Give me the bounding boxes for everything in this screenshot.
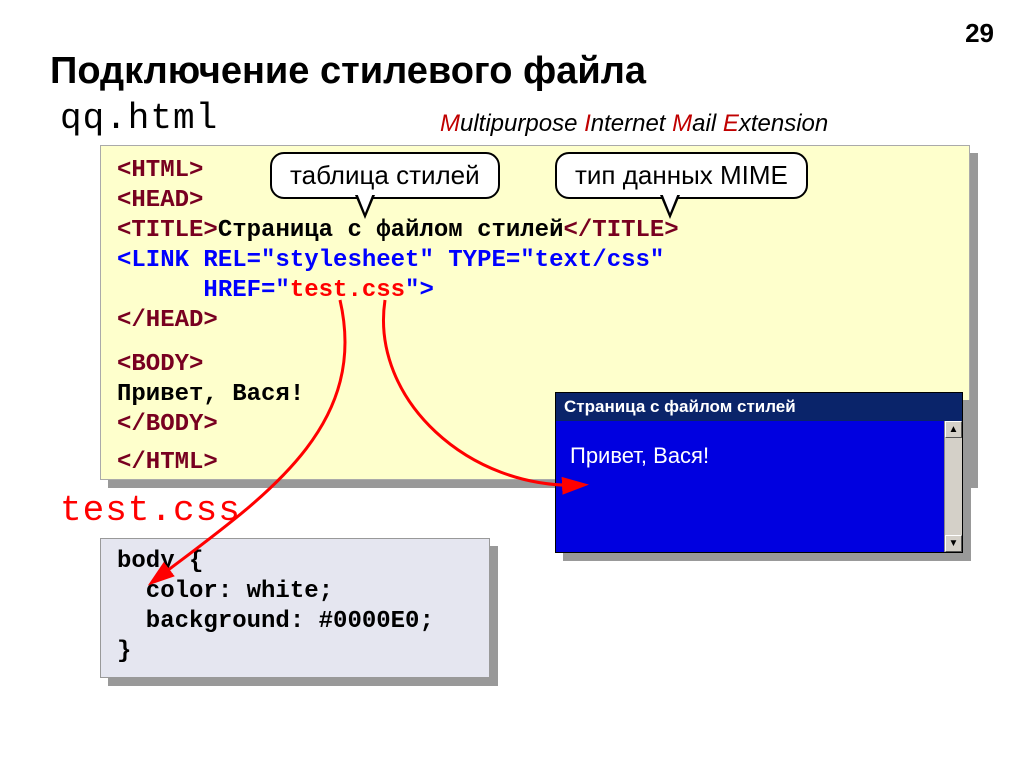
code-line: "text/css" — [520, 247, 664, 274]
code-line: body { — [117, 547, 473, 577]
callout-tail — [355, 195, 375, 219]
slide-title: Подключение стилевого файла — [50, 50, 646, 93]
code-line: <HTML> — [117, 157, 203, 184]
mime-m-rest: ultipurpose — [460, 110, 584, 137]
browser-titlebar: Страница с файлом стилей — [556, 393, 962, 421]
mime-ma: M — [672, 110, 692, 137]
filename-html-label: qq.html — [60, 98, 218, 139]
code-line: "> — [405, 277, 434, 304]
mime-i: I — [584, 110, 591, 137]
code-line: <HEAD> — [117, 187, 203, 214]
code-line: </BODY> — [117, 411, 218, 438]
callout-tail — [660, 195, 680, 219]
browser-body: Привет, Вася! ▲ ▼ — [556, 421, 962, 552]
code-line: TYPE= — [434, 247, 520, 274]
code-line: Страница с файлом стилей — [218, 217, 564, 244]
scroll-down-button[interactable]: ▼ — [945, 535, 962, 552]
code-line: <BODY> — [117, 351, 203, 378]
code-line: </HEAD> — [117, 307, 218, 334]
browser-content: Привет, Вася! — [556, 421, 944, 552]
code-line: "stylesheet" — [261, 247, 434, 274]
code-line: Привет, Вася! — [117, 381, 304, 408]
callout-stylesheet: таблица стилей — [270, 152, 500, 199]
page-number: 29 — [965, 18, 994, 49]
mime-m: M — [440, 110, 460, 137]
filename-css-label: test.css — [60, 490, 241, 531]
code-line: <TITLE> — [117, 217, 218, 244]
mime-ma-rest: ail — [692, 110, 723, 137]
code-line: </HTML> — [117, 449, 218, 476]
code-line: } — [117, 637, 473, 667]
css-code-block: body { color: white; background: #0000E0… — [100, 538, 490, 678]
code-line: <LINK REL= — [117, 247, 261, 274]
browser-scrollbar[interactable]: ▲ ▼ — [944, 421, 962, 552]
mime-i-rest: nternet — [591, 110, 672, 137]
code-line: HREF=" — [117, 277, 290, 304]
mime-e: E — [723, 110, 739, 137]
callout-mime-type: тип данных MIME — [555, 152, 808, 199]
code-line: </TITLE> — [563, 217, 678, 244]
code-line: test.css — [290, 277, 405, 304]
browser-window: Страница с файлом стилей Привет, Вася! ▲… — [555, 392, 963, 553]
mime-e-rest: xtension — [739, 110, 828, 137]
code-line: color: white; — [117, 577, 473, 607]
code-line: background: #0000E0; — [117, 607, 473, 637]
scroll-up-button[interactable]: ▲ — [945, 421, 962, 438]
mime-expansion: Multipurpose Internet Mail Extension — [440, 110, 828, 138]
